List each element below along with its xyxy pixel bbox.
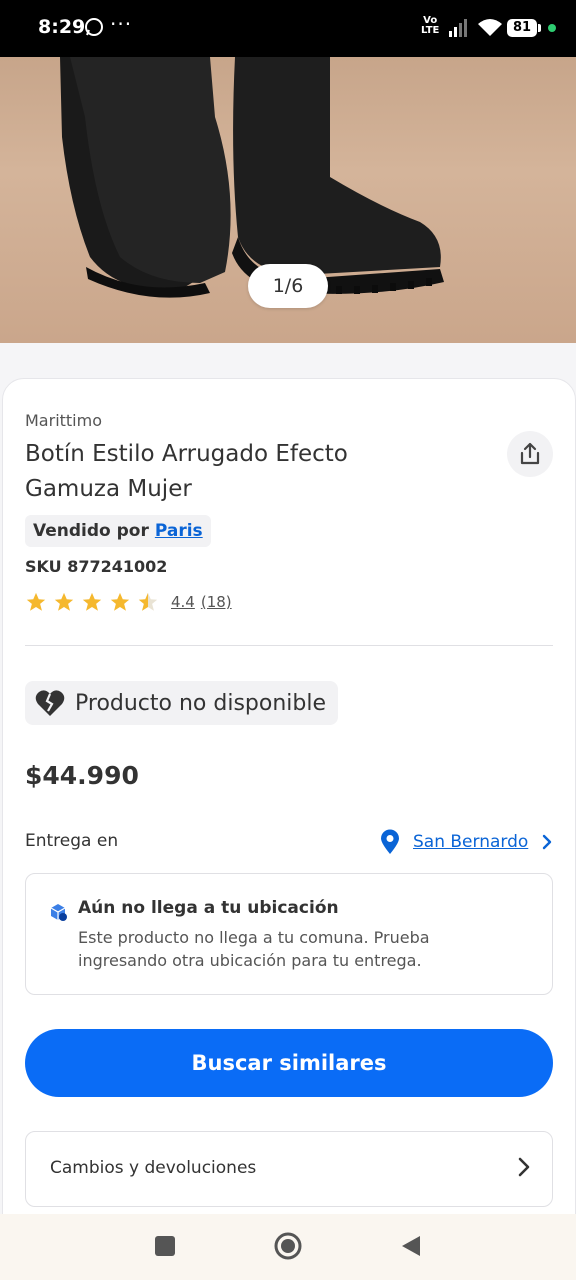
seller-prefix: Vendido por — [33, 521, 149, 541]
whatsapp-icon — [85, 18, 103, 36]
delivery-label: Entrega en — [25, 831, 119, 851]
recents-button[interactable] — [155, 1236, 175, 1256]
search-similar-button[interactable]: Buscar similares — [25, 1029, 553, 1097]
star-icon — [82, 592, 102, 611]
privacy-indicator — [548, 24, 556, 32]
package-warning-icon — [50, 904, 67, 921]
status-time: 8:29 — [38, 16, 86, 38]
wifi-icon — [478, 19, 502, 36]
availability-badge: Producto no disponible — [25, 681, 339, 725]
signal-icon — [449, 19, 467, 37]
half-star-icon — [138, 592, 158, 611]
product-price: $44.990 — [25, 761, 139, 790]
seller-badge: Vendido por Paris — [25, 515, 211, 547]
returns-label: Cambios y devoluciones — [50, 1158, 257, 1178]
product-card: Marittimo Botín Estilo Arrugado Efecto G… — [2, 378, 576, 1240]
back-button[interactable] — [400, 1234, 422, 1258]
chevron-right-icon — [543, 834, 552, 850]
star-icon — [110, 592, 130, 611]
product-sku: SKU 877241002 — [25, 557, 168, 576]
more-dots-icon: ··· — [110, 12, 133, 36]
delivery-location[interactable]: San Bernardo — [413, 832, 528, 852]
volte-icon: Vo LTE — [421, 15, 440, 36]
notice-body: Este producto no llega a tu comuna. Prue… — [78, 928, 430, 970]
battery-icon: 81 — [507, 19, 541, 37]
rating[interactable]: 4.4 (18) — [25, 589, 232, 615]
notice-title: Aún no llega a tu ubicación — [78, 898, 339, 918]
delivery-notice: Aún no llega a tu ubicación Este product… — [25, 873, 553, 995]
star-icon — [54, 592, 74, 611]
status-bar: 8:29 ··· Vo LTE 81 — [0, 0, 576, 57]
availability-label: Producto no disponible — [75, 690, 327, 716]
rating-value[interactable]: 4.4 — [171, 593, 195, 611]
rating-count[interactable]: (18) — [201, 593, 232, 611]
location-pin-icon — [381, 829, 399, 854]
divider — [25, 645, 553, 646]
returns-row[interactable]: Cambios y devoluciones — [25, 1131, 553, 1207]
share-button[interactable] — [507, 431, 553, 477]
broken-heart-icon — [35, 690, 65, 716]
delivery-location-selector[interactable]: San Bernardo — [379, 827, 552, 857]
product-title: Botín Estilo Arrugado Efecto Gamuza Muje… — [25, 441, 348, 502]
star-icon — [26, 592, 46, 611]
chevron-right-icon — [518, 1157, 530, 1177]
home-button[interactable] — [274, 1232, 302, 1260]
system-nav-bar — [0, 1214, 576, 1280]
product-brand[interactable]: Marittimo — [25, 411, 102, 430]
share-icon — [520, 442, 540, 465]
seller-link[interactable]: Paris — [155, 521, 203, 541]
image-counter: 1/6 — [248, 264, 328, 308]
